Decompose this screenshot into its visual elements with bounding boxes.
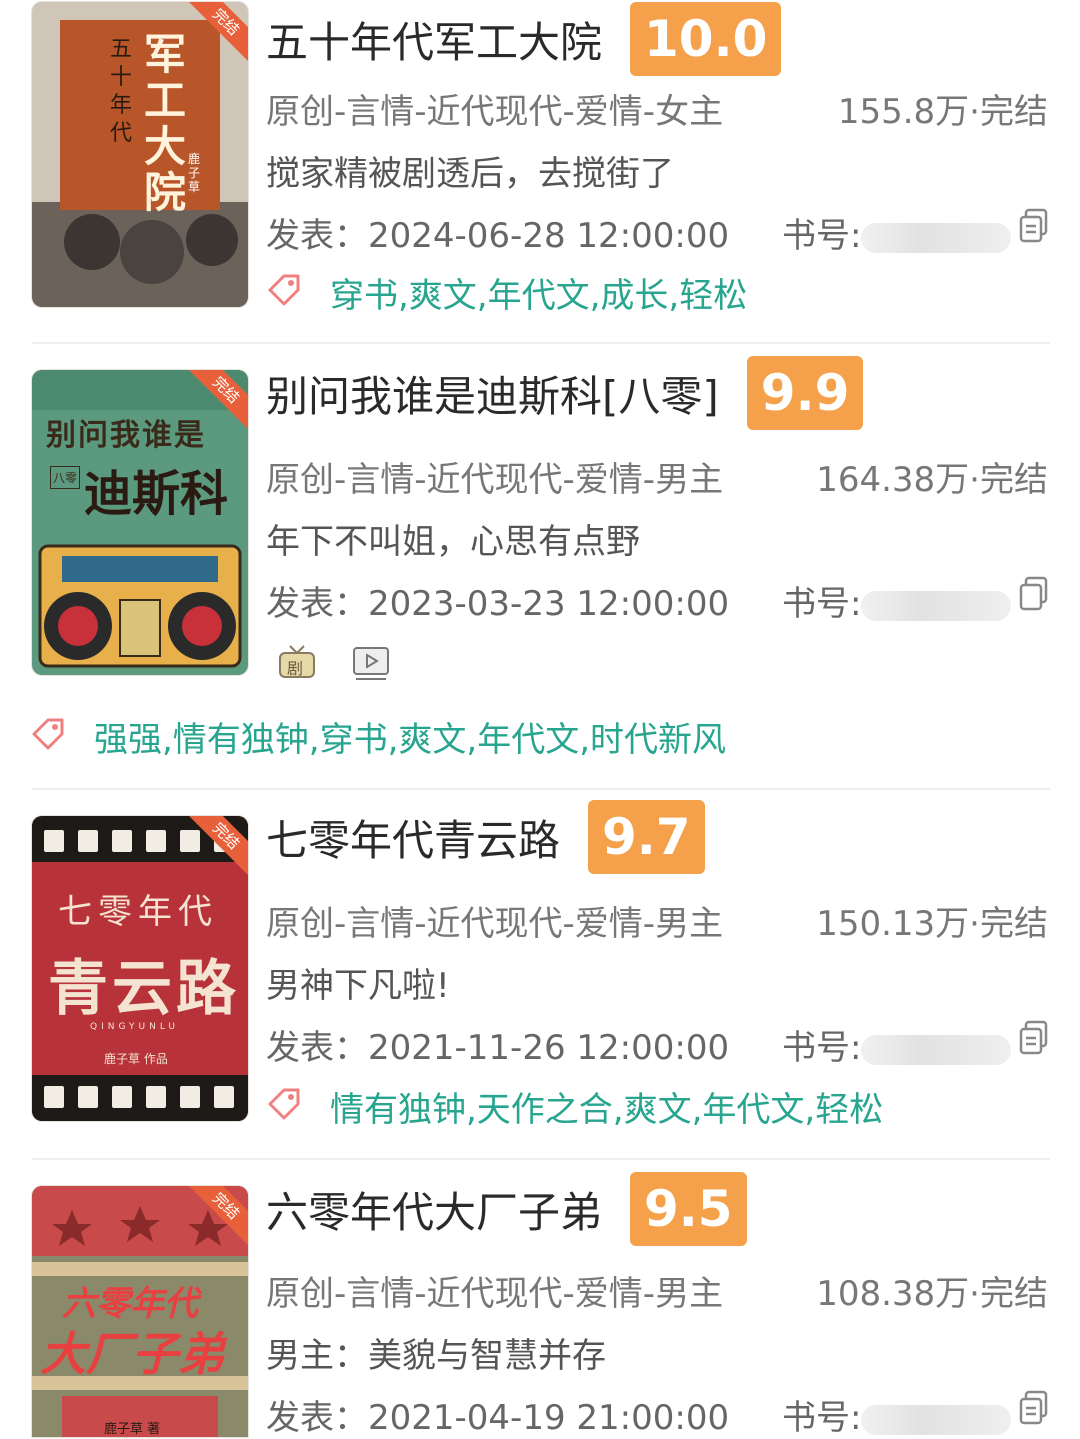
book-number-redacted [861, 1404, 1012, 1435]
book-cover[interactable]: 六零年代 大厂子弟 鹿子草 著 完结 [32, 1186, 248, 1437]
book-category: 原创-言情-近代现代-爱情-男主 [266, 904, 724, 944]
copy-icon[interactable] [1018, 1020, 1050, 1056]
book-stats: 155.8万·完结 [837, 92, 1048, 132]
title-row: 五十年代军工大院 10.0 [266, 2, 782, 76]
book-stats: 150.13万·完结 [816, 904, 1048, 944]
cover-tag: 八零 [50, 466, 81, 489]
cover-pinyin: QINGYUNLU [90, 1022, 179, 1032]
publish-date: 发表：2023-03-23 12:00:00 [266, 584, 730, 624]
book-tags[interactable]: 强强,情有独钟,穿书,爽文,年代文,时代新风 [94, 712, 726, 761]
cover-text-line2: 大厂子弟 [40, 1327, 224, 1381]
drama-icon-label: 剧 [287, 659, 304, 678]
cover-author: 鹿子草 作品 [104, 1052, 168, 1066]
score-badge: 9.9 [746, 356, 864, 430]
copy-icon[interactable] [1018, 576, 1050, 612]
tv-drama-icon[interactable]: 剧 [278, 644, 316, 680]
publish-date: 发表：2021-11-26 12:00:00 [266, 1028, 730, 1068]
book-cover[interactable]: 五十年代 军工大院 鹿子草 完结 [32, 2, 248, 307]
book-number-label: 书号: [782, 216, 862, 256]
book-number: 书号: [782, 576, 1012, 625]
tag-icon [268, 274, 300, 306]
publish-date: 发表：2024-06-28 12:00:00 [266, 216, 730, 256]
book-title[interactable]: 别问我谁是迪斯科[八零] [266, 363, 719, 424]
book-category: 原创-言情-近代现代-爱情-男主 [266, 460, 724, 500]
book-stats: 108.38万·完结 [816, 1274, 1048, 1314]
book-summary: 男神下凡啦! [266, 966, 450, 1006]
book-cover[interactable]: 别问我谁是 八零 迪斯科 完结 [32, 370, 248, 675]
book-number-redacted [861, 590, 1012, 621]
book-category: 原创-言情-近代现代-爱情-女主 [266, 92, 724, 132]
book-number-label: 书号: [782, 584, 862, 624]
tag-icon [268, 1088, 300, 1120]
book-category: 原创-言情-近代现代-爱情-男主 [266, 1274, 724, 1314]
book-tags[interactable]: 穿书,爽文,年代文,成长,轻松 [330, 268, 747, 317]
video-play-icon[interactable] [352, 646, 390, 682]
divider [32, 342, 1050, 344]
title-row: 六零年代大厂子弟 9.5 [266, 1172, 747, 1246]
score-badge: 9.5 [630, 1172, 747, 1246]
book-number-redacted [861, 1034, 1012, 1065]
book-summary: 搅家精被剧透后，去搅街了 [266, 154, 674, 194]
book-summary: 年下不叫姐，心思有点野 [266, 522, 640, 562]
cover-text-line1: 七零年代 [58, 892, 218, 932]
book-number-label: 书号: [782, 1398, 862, 1438]
cover-author: 鹿子草 著 [104, 1422, 161, 1437]
cover-author: 鹿子草 [188, 152, 201, 194]
copy-icon[interactable] [1018, 1390, 1050, 1426]
score-badge: 10.0 [630, 2, 782, 76]
divider [32, 788, 1050, 790]
book-number: 书号: [782, 208, 1012, 257]
copy-icon[interactable] [1018, 208, 1050, 244]
divider [32, 1158, 1050, 1160]
book-tags[interactable]: 情有独钟,天作之合,爽文,年代文,轻松 [330, 1082, 883, 1131]
book-summary: 男主：美貌与智慧并存 [266, 1336, 606, 1376]
book-cover[interactable]: 七零年代 青云路 QINGYUNLU 鹿子草 作品 完结 [32, 816, 248, 1121]
book-title[interactable]: 六零年代大厂子弟 [266, 1179, 602, 1240]
book-title[interactable]: 七零年代青云路 [266, 807, 560, 868]
book-number: 书号: [782, 1020, 1012, 1069]
tag-icon [32, 718, 64, 750]
title-row: 七零年代青云路 9.7 [266, 800, 705, 874]
cover-text-line2: 迪斯科 [84, 466, 229, 522]
book-title[interactable]: 五十年代军工大院 [266, 9, 602, 70]
cover-text-line2: 青云路 [48, 954, 240, 1024]
title-row: 别问我谁是迪斯科[八零] 9.9 [266, 356, 864, 430]
book-stats: 164.38万·完结 [816, 460, 1048, 500]
book-number: 书号: [782, 1390, 1012, 1439]
publish-date: 发表：2021-04-19 21:00:00 [266, 1398, 730, 1438]
score-badge: 9.7 [588, 800, 705, 874]
book-number-label: 书号: [782, 1028, 862, 1068]
book-number-redacted [861, 222, 1012, 253]
cover-text-line1: 别问我谁是 [46, 418, 206, 453]
